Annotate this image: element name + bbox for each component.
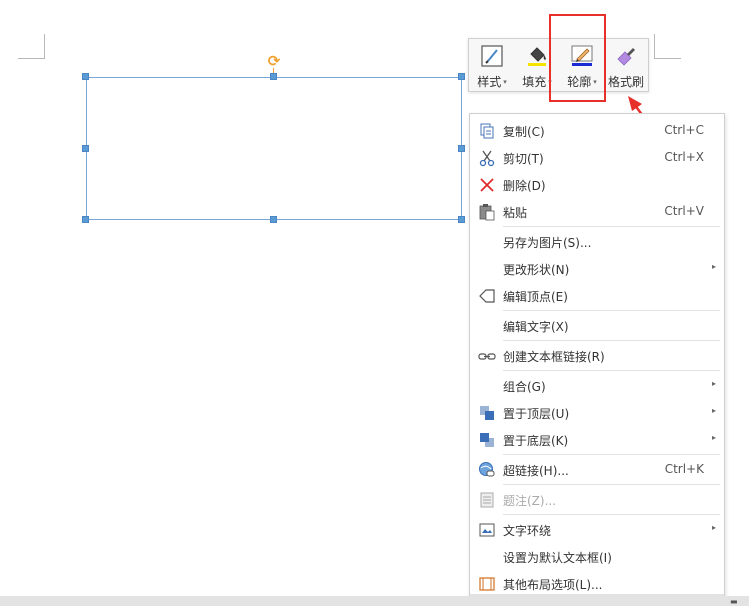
menu-separator <box>503 454 720 455</box>
menu-item-other-layout-options[interactable]: 其他布局选项(L)... <box>470 570 724 597</box>
menu-label: 设置为默认文本框(I) <box>503 551 612 565</box>
style-button[interactable]: 样式 ▾ <box>470 39 514 91</box>
hyperlink-globe-icon <box>479 462 495 477</box>
scissors-icon <box>479 150 495 167</box>
menu-label: 超链接(H)... <box>503 464 569 478</box>
menu-item-group[interactable]: 组合(G) ▸ <box>470 372 724 399</box>
menu-item-edit-points[interactable]: 编辑顶点(E) <box>470 282 724 309</box>
fill-bucket-icon <box>528 47 546 66</box>
text-wrap-icon <box>479 523 495 537</box>
format-painter-button[interactable]: 格式刷 <box>604 39 648 91</box>
menu-item-edit-text[interactable]: 编辑文字(X) <box>470 312 724 339</box>
menu-label: 创建文本框链接(R) <box>503 350 605 364</box>
menu-label: 编辑顶点(E) <box>503 290 568 304</box>
style-icon <box>481 45 503 67</box>
menu-item-text-wrap[interactable]: 文字环绕 ▸ <box>470 516 724 543</box>
menu-item-send-to-back[interactable]: 置于底层(K) ▸ <box>470 426 724 453</box>
menu-item-caption: 题注(Z)... <box>470 486 724 513</box>
menu-item-hyperlink[interactable]: 超链接(H)... Ctrl+K <box>470 456 724 483</box>
menu-label: 复制(C) <box>503 125 545 139</box>
submenu-arrow-icon: ▸ <box>711 379 716 388</box>
annotation-highlight-box <box>549 14 606 102</box>
crop-mark-top-left <box>18 34 45 59</box>
menu-label: 置于底层(K) <box>503 434 569 448</box>
menu-separator <box>503 310 720 311</box>
menu-label: 更改形状(N) <box>503 263 570 277</box>
chevron-down-icon: ▾ <box>503 78 507 86</box>
delete-x-icon <box>480 178 494 192</box>
menu-item-copy[interactable]: 复制(C) Ctrl+C <box>470 117 724 144</box>
corner-menu-icon[interactable]: ▬ <box>730 598 739 606</box>
caption-icon <box>480 492 494 508</box>
resize-handle-bottom-right[interactable] <box>458 216 465 223</box>
fill-label: 填充 <box>522 75 547 89</box>
menu-item-paste[interactable]: 粘贴 Ctrl+V <box>470 198 724 225</box>
menu-item-change-shape[interactable]: 更改形状(N) ▸ <box>470 255 724 282</box>
fill-color-bar <box>528 63 546 66</box>
menu-label: 题注(Z)... <box>503 494 557 508</box>
menu-shortcut: Ctrl+X <box>664 150 704 164</box>
copy-icon <box>480 123 494 139</box>
layout-options-icon <box>479 577 495 591</box>
submenu-arrow-icon: ▸ <box>711 433 716 442</box>
format-painter-label: 格式刷 <box>607 75 644 89</box>
send-to-back-icon <box>480 433 494 447</box>
menu-item-cut[interactable]: 剪切(T) Ctrl+X <box>470 144 724 171</box>
menu-separator <box>503 340 720 341</box>
menu-item-bring-to-front[interactable]: 置于顶层(U) ▸ <box>470 399 724 426</box>
menu-separator <box>503 226 720 227</box>
resize-handle-bottom[interactable] <box>270 216 277 223</box>
edit-points-icon <box>479 289 495 303</box>
menu-shortcut: Ctrl+V <box>664 204 704 218</box>
menu-separator <box>503 370 720 371</box>
menu-label: 编辑文字(X) <box>503 320 569 334</box>
menu-separator <box>503 484 720 485</box>
crop-mark-top-right <box>654 34 681 59</box>
menu-label: 粘贴 <box>503 206 528 220</box>
style-label: 样式 <box>477 75 502 89</box>
rotate-handle-icon[interactable]: ⟳ <box>266 53 282 69</box>
resize-handle-top[interactable] <box>270 73 277 80</box>
menu-label: 文字环绕 <box>503 524 552 538</box>
menu-label: 另存为图片(S)... <box>503 236 592 250</box>
submenu-arrow-icon: ▸ <box>711 406 716 415</box>
resize-handle-bottom-left[interactable] <box>82 216 89 223</box>
link-chain-icon <box>478 353 496 360</box>
menu-separator <box>503 514 720 515</box>
format-brush-icon <box>617 48 635 66</box>
menu-item-delete[interactable]: 删除(D) <box>470 171 724 198</box>
submenu-arrow-icon: ▸ <box>711 262 716 271</box>
selected-rectangle-shape[interactable] <box>86 77 462 220</box>
menu-item-set-default-textbox[interactable]: 设置为默认文本框(I) <box>470 543 724 570</box>
menu-label: 剪切(T) <box>503 152 544 166</box>
resize-handle-right[interactable] <box>458 145 465 152</box>
menu-label: 删除(D) <box>503 179 546 193</box>
paste-icon <box>479 204 495 221</box>
menu-label: 组合(G) <box>503 380 546 394</box>
horizontal-scrollbar[interactable] <box>0 596 749 606</box>
bring-to-front-icon <box>480 406 494 420</box>
context-menu: 复制(C) Ctrl+C 剪切(T) Ctrl+X 删除(D) 粘贴 Ctrl+… <box>469 113 725 606</box>
menu-shortcut: Ctrl+K <box>664 462 704 476</box>
menu-label: 其他布局选项(L)... <box>503 578 603 592</box>
document-page: ⟳ 样式 ▾ 填充 ▾ 轮廓 ▾ 格式刷 复制(C) Ctrl+C 剪切(T) … <box>0 0 749 606</box>
submenu-arrow-icon: ▸ <box>711 523 716 532</box>
menu-item-save-as-picture[interactable]: 另存为图片(S)... <box>470 228 724 255</box>
resize-handle-top-left[interactable] <box>82 73 89 80</box>
menu-shortcut: Ctrl+C <box>664 123 704 137</box>
menu-label: 置于顶层(U) <box>503 407 570 421</box>
resize-handle-top-right[interactable] <box>458 73 465 80</box>
menu-item-create-textbox-link[interactable]: 创建文本框链接(R) <box>470 342 724 369</box>
resize-handle-left[interactable] <box>82 145 89 152</box>
